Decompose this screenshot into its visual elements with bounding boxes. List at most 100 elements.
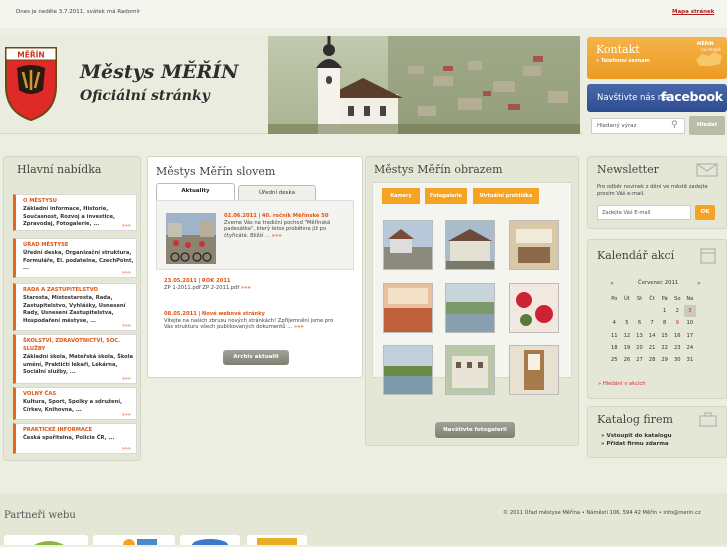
- facebook-prefix: Navštivte nás na: [597, 93, 669, 103]
- gallery-thumb[interactable]: [445, 283, 495, 333]
- calendar-icon: [700, 248, 716, 264]
- calendar-day[interactable]: 1: [658, 305, 671, 317]
- crest-logo[interactable]: MĚŘÍN: [3, 42, 59, 122]
- calendar-title: Kalendář akcí: [597, 249, 675, 262]
- catalog-title: Katalog firem: [597, 413, 673, 426]
- menu-desc[interactable]: Kultura, Sport, Spolky a sdružení, Círke…: [23, 399, 136, 414]
- gallery-thumb[interactable]: [383, 345, 433, 395]
- menu-desc[interactable]: Základní informace, Historie, Současnost…: [23, 206, 136, 229]
- town-panorama-photo: [268, 36, 580, 134]
- news-headline[interactable]: 40. ročník Měřínské 50: [262, 213, 329, 219]
- menu-item-volny-cas[interactable]: VOLNÝ ČAS Kultura, Sport, Spolky a sdruž…: [13, 387, 137, 420]
- more-link[interactable]: »»»: [241, 285, 251, 291]
- catalog-enter-link[interactable]: » Vstoupit do katalogu: [601, 433, 672, 439]
- tab-virtualni-prohlidka[interactable]: Virtuální prohlídka: [473, 188, 539, 204]
- gallery-thumb[interactable]: [445, 220, 495, 270]
- partner-logo[interactable]: [4, 535, 88, 545]
- gallery-title: Městys Měřín obrazem: [374, 163, 503, 176]
- newsletter-ok-button[interactable]: OK: [695, 205, 715, 220]
- briefcase-icon: [699, 412, 717, 427]
- more-link[interactable]: »»»: [122, 323, 131, 329]
- map-label-1: MĚŘÍN: [697, 42, 714, 47]
- contact-box[interactable]: Kontakt » Telefonní seznam MĚŘÍN na mapě: [587, 37, 727, 79]
- phone-directory-link[interactable]: » Telefonní seznam: [596, 58, 650, 64]
- tab-fotogalerie[interactable]: Fotogalerie: [425, 188, 467, 204]
- tab-kamery[interactable]: Kamery: [382, 188, 420, 204]
- envelope-icon: [696, 163, 718, 177]
- menu-item-skolstvi[interactable]: ŠKOLSTVÍ, ZDRAVOTNICTVÍ, SOC. SLUŽBY Zák…: [13, 334, 137, 384]
- magnifier-icon[interactable]: ⚲: [671, 120, 678, 130]
- catalog-add-link[interactable]: » Přidat firmu zdarma: [601, 441, 669, 447]
- more-link[interactable]: »»»: [122, 270, 131, 276]
- more-link[interactable]: »»»: [122, 446, 131, 452]
- gallery-visit-button[interactable]: Navštivte fotogalerii: [435, 422, 515, 438]
- facebook-banner[interactable]: Navštivte nás na facebook: [587, 84, 727, 112]
- menu-desc[interactable]: Úřední deska, Organizační struktura, For…: [23, 250, 136, 273]
- prev-month-arrow[interactable]: «: [610, 280, 614, 287]
- newsletter-panel: Newsletter Pro odběr novinek z dění ve m…: [587, 156, 727, 229]
- menu-item-rada[interactable]: RADA A ZASTUPITELSTVO Starosta, Místosta…: [13, 283, 137, 331]
- news-item-2[interactable]: 23.05.2011 | ROK 2011 ZP 1-2011.pdf ZP 2…: [164, 278, 354, 291]
- calendar-month: Červenec 2011: [638, 280, 679, 286]
- calendar-today[interactable]: 3: [683, 305, 697, 318]
- event-search-link[interactable]: » Hledání v akcích: [598, 381, 646, 387]
- current-date: Dnes je neděle 3.7.2011, svátek má Radom…: [16, 9, 141, 15]
- gallery-thumb[interactable]: [509, 283, 559, 333]
- partner-logo[interactable]: [93, 535, 175, 547]
- facebook-logo: facebook: [661, 89, 723, 104]
- calendar-day[interactable]: 2: [671, 305, 684, 317]
- sitemap-link[interactable]: Mapa stránek: [672, 9, 714, 15]
- company-catalog-panel: Katalog firem » Vstoupit do katalogu » P…: [587, 406, 727, 458]
- footer-copyright: © 2011 Úřad městyse Měřína • Náměstí 106…: [503, 510, 701, 516]
- search-button[interactable]: Hledat: [689, 116, 725, 135]
- calendar-panel: Kalendář akcí « Červenec 2011 » Po Út St Čt…: [587, 239, 727, 399]
- more-link[interactable]: »»»: [122, 376, 131, 382]
- more-link[interactable]: »»»: [294, 324, 304, 330]
- crest-text: MĚŘÍN: [17, 51, 44, 60]
- newsletter-text: Pro odběr novinek z dění ve městě zadejt…: [597, 184, 708, 197]
- more-link[interactable]: »»»: [122, 223, 131, 229]
- gallery-thumb[interactable]: [383, 283, 433, 333]
- more-link[interactable]: »»»: [122, 412, 131, 418]
- gallery-thumb[interactable]: [509, 220, 559, 270]
- menu-desc[interactable]: Česká spořitelna, Policie ČR, ...: [23, 435, 136, 443]
- email-input[interactable]: Zadejte Váš E-mail: [597, 205, 691, 220]
- map-icon[interactable]: MĚŘÍN na mapě: [694, 42, 724, 72]
- site-subtitle: Oficiální stránky: [80, 88, 210, 104]
- menu-desc[interactable]: Základní škola, Mateřská škola, Škola um…: [23, 354, 136, 377]
- tab-uredni-deska[interactable]: Úřední deska: [238, 185, 316, 201]
- map-label-2: na mapě: [701, 48, 721, 53]
- news-item-3[interactable]: 08.05.2011 | Nové webové stránky Vítejte…: [164, 311, 336, 331]
- news-item-1[interactable]: 02.06.2011 | 40. ročník Měřínské 50 Zvem…: [224, 213, 350, 239]
- menu-desc[interactable]: Starosta, Místostarosta, Rada, Zastupite…: [23, 295, 136, 326]
- calendar-grid: Po Út St Čt Pá So Ne 123 4 5 6 7 8 9 10 11 12 13 14 15 16…: [608, 293, 697, 366]
- more-link[interactable]: »»»: [272, 233, 282, 239]
- news-archive-button[interactable]: Archiv aktualit: [223, 350, 289, 365]
- menu-heading[interactable]: ÚŘAD MĚSTYSE: [23, 242, 68, 248]
- gallery-thumb[interactable]: [383, 220, 433, 270]
- news-headline[interactable]: ROK 2011: [202, 278, 231, 284]
- news-headline[interactable]: Nové webové stránky: [202, 311, 265, 317]
- weekday-row: Po Út St Čt Pá So Ne: [611, 296, 694, 303]
- partners-title: Partneři webu: [4, 510, 76, 521]
- menu-heading[interactable]: PRAKTICKÉ INFORMACE: [23, 427, 92, 433]
- gallery-thumb[interactable]: [509, 345, 559, 395]
- partner-logo[interactable]: [247, 535, 307, 545]
- news-date: 08.05.2011: [164, 311, 197, 317]
- tab-aktuality[interactable]: Aktuality: [156, 183, 235, 200]
- menu-heading[interactable]: VOLNÝ ČAS: [23, 391, 56, 397]
- newsletter-title: Newsletter: [597, 163, 659, 176]
- next-month-arrow[interactable]: »: [697, 280, 701, 287]
- menu-item-urad[interactable]: ÚŘAD MĚSTYSE Úřední deska, Organizační s…: [13, 238, 137, 278]
- news-date: 02.06.2011: [224, 213, 257, 219]
- news-photo[interactable]: [166, 213, 216, 264]
- partner-logo[interactable]: [180, 535, 240, 547]
- menu-heading[interactable]: ŠKOLSTVÍ, ZDRAVOTNICTVÍ, SOC. SLUŽBY: [23, 338, 133, 353]
- gallery-thumb[interactable]: [445, 345, 495, 395]
- menu-item-prakticke[interactable]: PRAKTICKÉ INFORMACE Česká spořitelna, Po…: [13, 423, 137, 454]
- news-title: Městys Měřín slovem: [156, 165, 276, 178]
- menu-heading[interactable]: O MĚSTYSU: [23, 198, 57, 204]
- menu-heading[interactable]: RADA A ZASTUPITELSTVO: [23, 287, 98, 293]
- contact-title: Kontakt: [596, 43, 640, 56]
- menu-item-o-mestysu[interactable]: O MĚSTYSU Základní informace, Historie, …: [13, 194, 137, 231]
